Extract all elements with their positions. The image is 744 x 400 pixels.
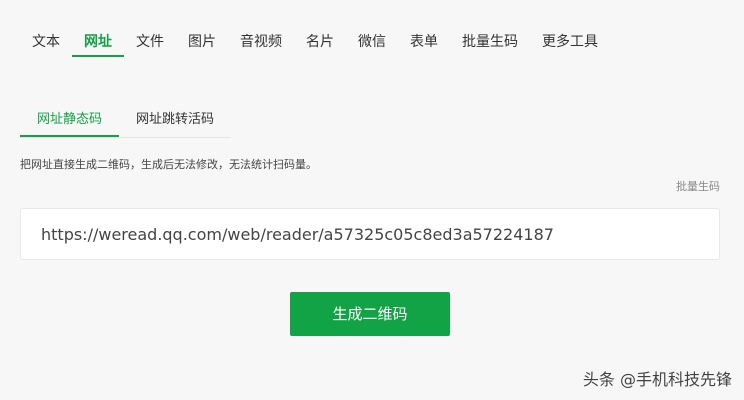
- tab-text[interactable]: 文本: [20, 24, 72, 57]
- sub-tabs: 网址静态码 网址跳转活码: [20, 104, 232, 138]
- tab-batch-generate[interactable]: 批量生码: [450, 24, 530, 57]
- tab-business-card[interactable]: 名片: [294, 24, 346, 57]
- url-input[interactable]: [21, 209, 719, 259]
- batch-generate-link[interactable]: 批量生码: [676, 178, 720, 194]
- watermark: 头条 @手机科技先锋: [582, 370, 732, 389]
- tab-image[interactable]: 图片: [176, 24, 228, 57]
- tab-wechat[interactable]: 微信: [346, 24, 398, 57]
- generate-qrcode-button[interactable]: 生成二维码: [290, 292, 450, 336]
- subtab-static-url-code[interactable]: 网址静态码: [20, 104, 120, 137]
- top-nav: 文本 网址 文件 图片 音视频 名片 微信 表单 批量生码 更多工具: [20, 24, 610, 57]
- tab-more-tools[interactable]: 更多工具: [530, 24, 610, 57]
- tab-audio-video[interactable]: 音视频: [228, 24, 294, 57]
- tab-url[interactable]: 网址: [72, 24, 124, 57]
- tab-form[interactable]: 表单: [398, 24, 450, 57]
- tab-file[interactable]: 文件: [124, 24, 176, 57]
- description-text: 把网址直接生成二维码，生成后无法修改，无法统计扫码量。: [20, 158, 317, 171]
- url-input-container: [20, 208, 720, 260]
- subtab-redirect-live-code[interactable]: 网址跳转活码: [119, 104, 231, 137]
